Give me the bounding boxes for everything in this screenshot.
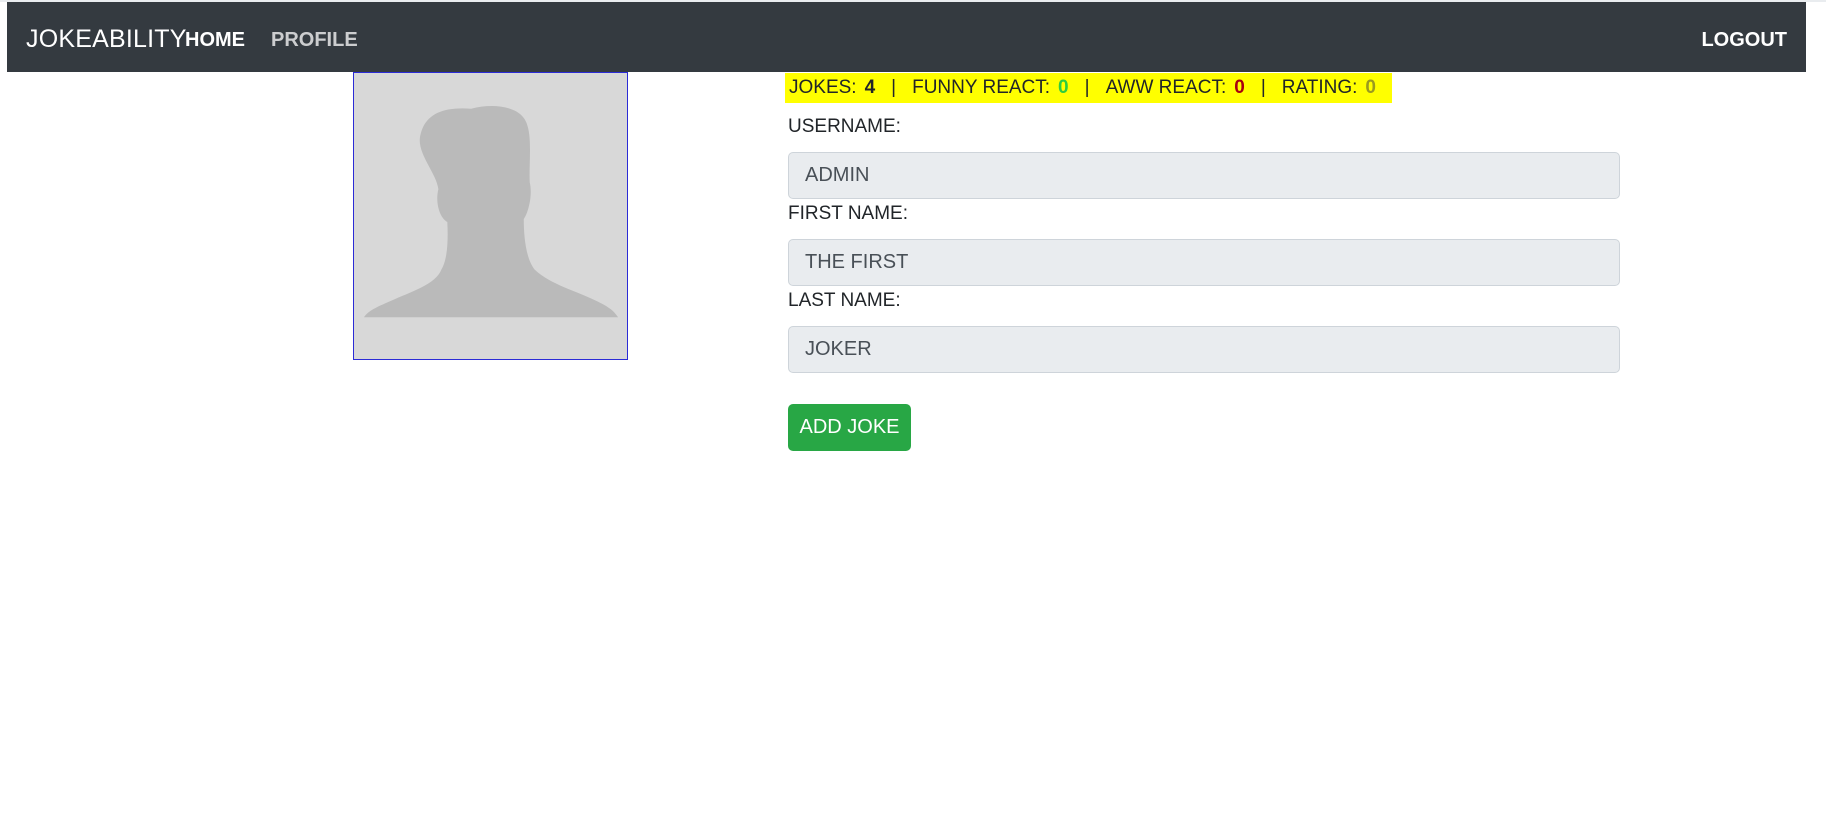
stats-separator: | <box>1260 77 1266 98</box>
logout-link[interactable]: LOGOUT <box>1701 29 1787 52</box>
stats-separator: | <box>1084 77 1090 98</box>
last-name-field[interactable] <box>788 326 1620 373</box>
first-name-field[interactable] <box>788 239 1620 286</box>
last-name-label: LAST NAME: <box>788 290 901 311</box>
navbar: JOKEABILITY HOME PROFILE LOGOUT <box>7 2 1806 72</box>
user-silhouette-icon <box>354 73 627 359</box>
stats-separator: | <box>891 77 897 98</box>
aww-react-count: 0 <box>1234 77 1245 98</box>
jokes-count: 4 <box>864 77 876 98</box>
funny-react-count: 0 <box>1058 77 1069 98</box>
stats-bar: JOKES: 4 | FUNNY REACT: 0 | AWW REACT: 0 | RATING… <box>785 73 1392 103</box>
avatar <box>353 72 628 360</box>
brand-logo[interactable]: JOKEABILITY <box>26 25 187 54</box>
nav-home-link[interactable]: HOME <box>185 29 245 52</box>
funny-react-label: FUNNY REACT: <box>912 77 1051 98</box>
username-label: USERNAME: <box>788 116 901 137</box>
first-name-label: FIRST NAME: <box>788 203 908 224</box>
aww-react-label: AWW REACT: <box>1105 77 1227 98</box>
nav-profile-link[interactable]: PROFILE <box>271 29 358 52</box>
rating-label: RATING: <box>1281 77 1358 98</box>
rating-value: 0 <box>1365 77 1376 98</box>
add-joke-button[interactable]: ADD JOKE <box>788 404 911 451</box>
username-field[interactable] <box>788 152 1620 199</box>
jokes-label: JOKES: <box>789 77 857 98</box>
